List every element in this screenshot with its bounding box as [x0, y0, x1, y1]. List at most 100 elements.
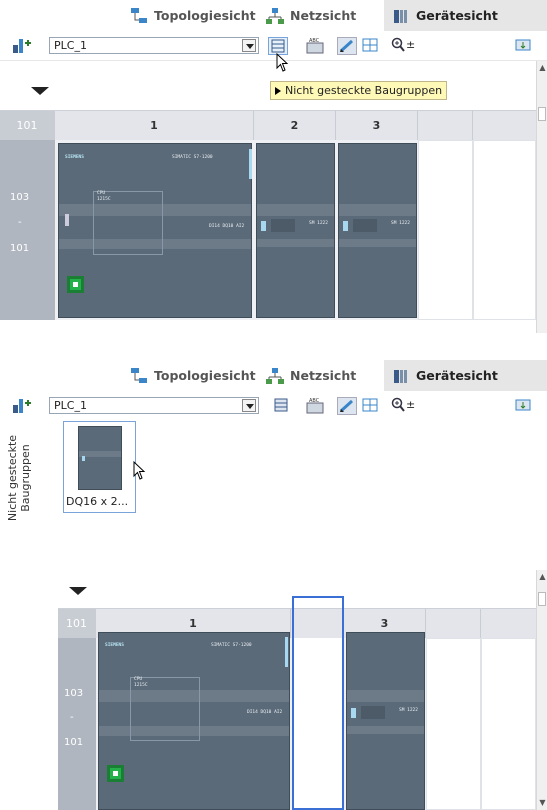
row-label-103: 103 — [10, 192, 30, 203]
cpu-io-label: DI14 DQ10 AI2 — [247, 710, 283, 715]
scroll-up-icon[interactable]: ▲ — [538, 572, 547, 582]
scroll-down-icon[interactable]: ▼ — [538, 798, 547, 808]
sm3-label-plate — [353, 219, 377, 232]
mouse-cursor-icon — [133, 460, 147, 481]
device-select[interactable]: PLC_1 — [49, 37, 259, 54]
device-view-after: Topologiesicht Netzsicht Gerätesicht PLC… — [0, 360, 547, 810]
device-select-value: PLC_1 — [54, 399, 87, 412]
address-overview-icon[interactable]: ABC — [305, 37, 325, 55]
show-grid-icon[interactable] — [337, 397, 357, 415]
table-view-icon[interactable] — [361, 397, 381, 415]
chevron-down-icon[interactable] — [242, 399, 256, 412]
sm3-label: SM 1222 — [399, 708, 418, 713]
rack-row-header: 103 - 101 — [0, 140, 55, 320]
expand-panel-icon[interactable] — [514, 397, 534, 415]
unplugged-module-item[interactable]: DQ16 x 2... — [63, 421, 136, 513]
zoom-icon[interactable]: ± — [391, 37, 421, 55]
tab-topology-view-2[interactable]: Topologiesicht — [130, 360, 256, 391]
network-icon — [266, 367, 284, 385]
cpu-status-bar — [249, 149, 252, 179]
svg-text:ABC: ABC — [309, 38, 320, 44]
signal-module-slot-3-2[interactable]: SM 1222 — [346, 632, 425, 810]
cpu-sub-label-2: 1215C — [134, 683, 148, 688]
vertical-scrollbar-2[interactable]: ▲ ▼ — [536, 570, 547, 810]
tab-topology-view[interactable]: Topologiesicht — [130, 0, 256, 31]
cpu-port-marker — [65, 214, 69, 226]
mouse-cursor-icon — [276, 52, 290, 73]
sm3-band-2 — [339, 239, 416, 247]
signal-module-slot-3[interactable]: SM 1222 — [338, 143, 417, 318]
thumb-band — [79, 451, 121, 457]
tab-network-label: Netzsicht — [290, 368, 357, 383]
cpu-brand-label: SIEMENS — [65, 155, 84, 160]
device-tree-icon[interactable] — [12, 397, 32, 415]
device-icon — [392, 7, 410, 25]
view-tabs: Topologiesicht Netzsicht Gerätesicht — [0, 0, 547, 31]
expand-panel-icon[interactable] — [514, 37, 534, 55]
cpu-sub-label-2: 1215C — [97, 197, 111, 202]
collapse-arrow-icon[interactable] — [64, 582, 92, 600]
device-select-value: PLC_1 — [54, 39, 87, 52]
empty-slot-4[interactable] — [418, 140, 473, 320]
sm2-label-plate — [271, 219, 295, 232]
unplugged-modules-tooltip: Nicht gesteckte Baugruppen — [270, 81, 448, 100]
rack-header: 101 1 2 3 — [0, 110, 536, 141]
sm3-label-plate — [361, 706, 385, 719]
drop-target-slot-2[interactable] — [292, 596, 344, 810]
device-tree-icon[interactable] — [12, 37, 32, 55]
scrollbar-thumb[interactable] — [538, 592, 546, 606]
profinet-port-icon[interactable] — [107, 765, 124, 782]
scroll-up-icon[interactable]: ▲ — [538, 63, 547, 73]
cpu-module-2[interactable]: SIEMENS SIMATIC S7-1200 CPU 1215C DI14 D… — [98, 632, 290, 810]
slot-header-4 — [418, 111, 473, 141]
view-tabs-2: Topologiesicht Netzsicht Gerätesicht — [0, 360, 547, 391]
zoom-icon[interactable]: ± — [391, 397, 421, 415]
device-toolbar-2: PLC_1 ABC ± — [0, 391, 547, 421]
row-label-dash: - — [18, 217, 22, 228]
network-icon — [266, 7, 284, 25]
sm3-band-2 — [347, 726, 424, 734]
table-view-icon[interactable] — [361, 37, 381, 55]
scrollbar-thumb[interactable] — [538, 107, 546, 121]
vertical-scrollbar[interactable]: ▲ — [536, 61, 547, 333]
tab-device-view-2[interactable]: Gerätesicht — [384, 360, 547, 391]
cpu-brand-label: SIEMENS — [105, 643, 124, 648]
chevron-down-icon[interactable] — [242, 39, 256, 52]
sm3-status-led — [343, 221, 348, 231]
device-view-before: Topologiesicht Netzsicht Gerätesicht PLC… — [0, 0, 547, 333]
show-grid-icon[interactable] — [337, 37, 357, 55]
row-label-dash: - — [70, 712, 74, 723]
sm2-label: SM 1222 — [309, 221, 328, 226]
topology-icon — [130, 7, 148, 25]
unplugged-modules-toggle-button-2[interactable] — [272, 397, 292, 415]
address-overview-icon[interactable]: ABC — [305, 397, 325, 415]
row-label-103: 103 — [64, 688, 84, 699]
tab-device-view[interactable]: Gerätesicht — [384, 0, 547, 31]
tab-network-label: Netzsicht — [290, 8, 357, 23]
tab-network-view[interactable]: Netzsicht — [266, 0, 371, 31]
cpu-module[interactable]: SIEMENS SIMATIC S7-1200 CPU 1215C DI14 D… — [58, 143, 252, 318]
sm3-label: SM 1222 — [391, 221, 410, 226]
device-icon — [392, 367, 410, 385]
tab-topology-label: Topologiesicht — [154, 8, 256, 23]
zoom-level-symbol: ± — [406, 38, 416, 51]
device-select-2[interactable]: PLC_1 — [49, 397, 259, 414]
zoom-level-symbol: ± — [406, 398, 416, 411]
rack-header-row-label: 101 — [58, 609, 96, 639]
row-label-101: 101 — [10, 243, 30, 254]
empty-slot-5[interactable] — [473, 140, 536, 320]
drop-target-slot-2-fill — [294, 638, 342, 808]
collapse-arrow-icon[interactable] — [26, 82, 54, 100]
slot-header-5 — [481, 609, 536, 639]
slot-header-2: 2 — [254, 111, 336, 141]
row-label-101: 101 — [64, 737, 84, 748]
tab-network-view-2[interactable]: Netzsicht — [266, 360, 371, 391]
empty-slot-4[interactable] — [426, 638, 481, 810]
cpu-io-label: DI14 DQ10 AI2 — [209, 224, 245, 229]
rack-row-header-2: 103 - 101 — [58, 638, 96, 810]
cpu-status-bar — [285, 637, 288, 667]
empty-slot-5[interactable] — [481, 638, 536, 810]
device-toolbar: PLC_1 ABC ± — [0, 31, 547, 61]
profinet-port-icon[interactable] — [67, 276, 84, 293]
signal-module-slot-2[interactable]: SM 1222 — [256, 143, 335, 318]
